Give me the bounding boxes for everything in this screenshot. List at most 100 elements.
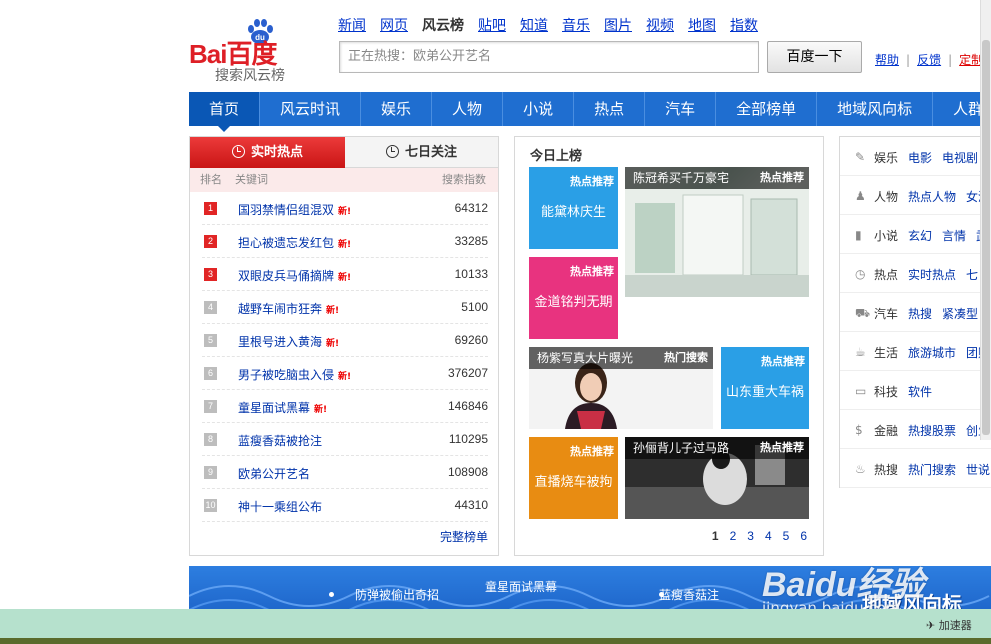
category-panel: ✎娱乐电影电视剧♟人物热点人物女演▮小说玄幻言情武◷热点实时热点七日⛟汽车热搜紧… bbox=[839, 136, 991, 488]
keyword-text: 男子被吃脑虫入侵 bbox=[238, 368, 335, 382]
page-4[interactable]: 4 bbox=[765, 529, 772, 543]
table-row[interactable]: 8 蓝瘦香菇被抢注 110295 bbox=[202, 423, 488, 456]
table-row[interactable]: 6 男子被吃脑虫入侵 新! 376207 bbox=[202, 357, 488, 390]
category-link[interactable]: 电影 bbox=[908, 149, 932, 166]
banner-item[interactable]: 防弹被偷出奇招 bbox=[355, 586, 439, 603]
table-row[interactable]: 9 欧弟公开艺名 108908 bbox=[202, 456, 488, 489]
keyword-link[interactable]: 双眼皮兵马俑摘牌 新! bbox=[238, 267, 351, 284]
tile-6-image[interactable]: 孙俪背儿子过马路 热点推荐 bbox=[625, 437, 809, 519]
rank-badge: 7 bbox=[204, 400, 217, 413]
topnav-music[interactable]: 音乐 bbox=[562, 15, 590, 35]
keyword-link[interactable]: 里根号进入黄海 新! bbox=[238, 333, 339, 350]
category-link[interactable]: 实时热点 bbox=[908, 266, 956, 283]
topnav-map[interactable]: 地图 bbox=[688, 15, 716, 35]
tile-4[interactable]: 热点推荐 山东重大车祸 bbox=[721, 347, 809, 429]
rank-badge: 1 bbox=[204, 202, 217, 215]
keyword-link[interactable]: 蓝瘦香菇被抢注 bbox=[238, 432, 322, 449]
nav-hot[interactable]: 热点 bbox=[574, 92, 646, 126]
banner-item[interactable]: 蓝瘦香菇注 bbox=[659, 586, 719, 603]
pagination: 1 2 3 4 5 6 bbox=[701, 529, 807, 543]
table-row[interactable]: 4 越野车闹市狂奔 新! 5100 bbox=[202, 291, 488, 324]
accelerator-status[interactable]: ✈ 加速器 bbox=[926, 617, 972, 633]
category-label: 热点 bbox=[874, 268, 899, 282]
category-link[interactable]: 旅游城市 bbox=[908, 344, 956, 361]
new-badge: 新! bbox=[338, 273, 352, 283]
keyword-link[interactable]: 担心被遗忘发红包 新! bbox=[238, 234, 351, 251]
category-label: 小说 bbox=[874, 229, 899, 243]
table-row[interactable]: 1 国羽禁情侣组混双 新! 64312 bbox=[202, 192, 488, 225]
category-link[interactable]: 言情 bbox=[942, 227, 966, 244]
topnav-images[interactable]: 图片 bbox=[604, 15, 632, 35]
search-index-value: 110295 bbox=[448, 432, 488, 446]
tile-5[interactable]: 热点推荐 直播烧车被拘 bbox=[529, 437, 618, 519]
table-row[interactable]: 10 神十一乘组公布 44310 bbox=[202, 489, 488, 522]
tile-0[interactable]: 热点推荐 能黛林庆生 bbox=[529, 167, 618, 249]
keyword-link[interactable]: 神十一乘组公布 bbox=[238, 498, 322, 515]
baidu-logo[interactable]: du Bai百度 搜索风云榜 bbox=[189, 18, 329, 84]
topnav-zhidao[interactable]: 知道 bbox=[520, 15, 548, 35]
page-3[interactable]: 3 bbox=[747, 529, 754, 543]
category-link[interactable]: 热搜股票 bbox=[908, 422, 956, 439]
topnav-web[interactable]: 网页 bbox=[380, 15, 408, 35]
page-5[interactable]: 5 bbox=[783, 529, 790, 543]
topnav-tieba[interactable]: 贴吧 bbox=[478, 15, 506, 35]
category-link[interactable]: 电视剧 bbox=[942, 149, 978, 166]
table-row[interactable]: 7 童星面试黑幕 新! 146846 bbox=[202, 390, 488, 423]
tab-7day[interactable]: 七日关注 bbox=[345, 137, 498, 168]
nav-entertainment[interactable]: 娱乐 bbox=[361, 92, 433, 126]
nav-cars[interactable]: 汽车 bbox=[645, 92, 717, 126]
tile-text: 能黛林庆生 bbox=[540, 205, 606, 220]
category-link[interactable]: 软件 bbox=[908, 383, 932, 400]
topnav-news[interactable]: 新闻 bbox=[338, 15, 366, 35]
full-list-link[interactable]: 完整榜单 bbox=[440, 528, 488, 545]
tile-1-image[interactable]: 陈冠希买千万豪宅 热点推荐 bbox=[625, 167, 809, 297]
keyword-link[interactable]: 欧弟公开艺名 bbox=[238, 465, 310, 482]
search-input[interactable]: 正在热搜：欧弟公开艺名 bbox=[339, 41, 759, 73]
keyword-link[interactable]: 男子被吃脑虫入侵 新! bbox=[238, 366, 351, 383]
category-link[interactable]: 玄幻 bbox=[908, 227, 932, 244]
keyword-text: 里根号进入黄海 bbox=[238, 335, 323, 349]
banner-item[interactable]: 童星面试黑幕 bbox=[485, 578, 557, 595]
tab-realtime[interactable]: 实时热点 bbox=[190, 137, 345, 168]
keyword-link[interactable]: 国羽禁情侣组混双 新! bbox=[238, 201, 351, 218]
table-row[interactable]: 3 双眼皮兵马俑摘牌 新! 10133 bbox=[202, 258, 488, 291]
keyword-text: 国羽禁情侣组混双 bbox=[238, 203, 335, 217]
table-row[interactable]: 2 担心被遗忘发红包 新! 33285 bbox=[202, 225, 488, 258]
nav-news[interactable]: 风云时讯 bbox=[260, 92, 362, 126]
nav-people[interactable]: 人物 bbox=[432, 92, 504, 126]
rank-badge: 5 bbox=[204, 334, 217, 347]
topnav-top[interactable]: 风云榜 bbox=[422, 15, 464, 35]
tile-3-image[interactable]: 杨紫写真大片曝光 热门搜索 bbox=[529, 347, 713, 429]
category-row: ♨ 热搜 热门搜索 世说 bbox=[840, 449, 991, 488]
keyword-link[interactable]: 越野车闹市狂奔 新! bbox=[238, 300, 339, 317]
category-link[interactable]: 世说 bbox=[966, 461, 990, 478]
topnav-video[interactable]: 视频 bbox=[646, 15, 674, 35]
table-row[interactable]: 5 里根号进入黄海 新! 69260 bbox=[202, 324, 488, 357]
help-link[interactable]: 帮助 bbox=[875, 53, 899, 67]
keyword-link[interactable]: 童星面试黑幕 新! bbox=[238, 399, 327, 416]
page-6[interactable]: 6 bbox=[800, 529, 807, 543]
tile-tag: 热点推荐 bbox=[760, 171, 804, 184]
tile-2[interactable]: 热点推荐 金道铭判无期 bbox=[529, 257, 618, 339]
tile-text: 山东重大车祸 bbox=[725, 385, 804, 400]
topnav-index[interactable]: 指数 bbox=[730, 15, 758, 35]
monitor-icon: ▭ bbox=[855, 384, 867, 398]
search-button[interactable]: 百度一下 bbox=[767, 41, 862, 73]
nav-novels[interactable]: 小说 bbox=[503, 92, 575, 126]
category-link[interactable]: 热门搜索 bbox=[908, 461, 956, 478]
clock-icon: ◷ bbox=[855, 267, 866, 281]
scrollbar-thumb[interactable] bbox=[982, 40, 990, 435]
search-index-value: 64312 bbox=[454, 201, 488, 215]
accelerator-label: 加速器 bbox=[938, 619, 972, 632]
category-link[interactable]: 紧凑型 bbox=[942, 305, 978, 322]
category-row: ⛟ 汽车 热搜 紧凑型 bbox=[840, 293, 991, 332]
category-link[interactable]: 热点人物 bbox=[908, 188, 956, 205]
page-1[interactable]: 1 bbox=[712, 529, 719, 543]
nav-home[interactable]: 首页 bbox=[189, 92, 261, 132]
category-link[interactable]: 热搜 bbox=[908, 305, 932, 322]
nav-region[interactable]: 地域风向标 bbox=[817, 92, 934, 126]
feedback-link[interactable]: 反馈 bbox=[917, 53, 941, 67]
separator: | bbox=[948, 53, 953, 67]
page-2[interactable]: 2 bbox=[730, 529, 737, 543]
nav-all-lists[interactable]: 全部榜单 bbox=[716, 92, 818, 126]
